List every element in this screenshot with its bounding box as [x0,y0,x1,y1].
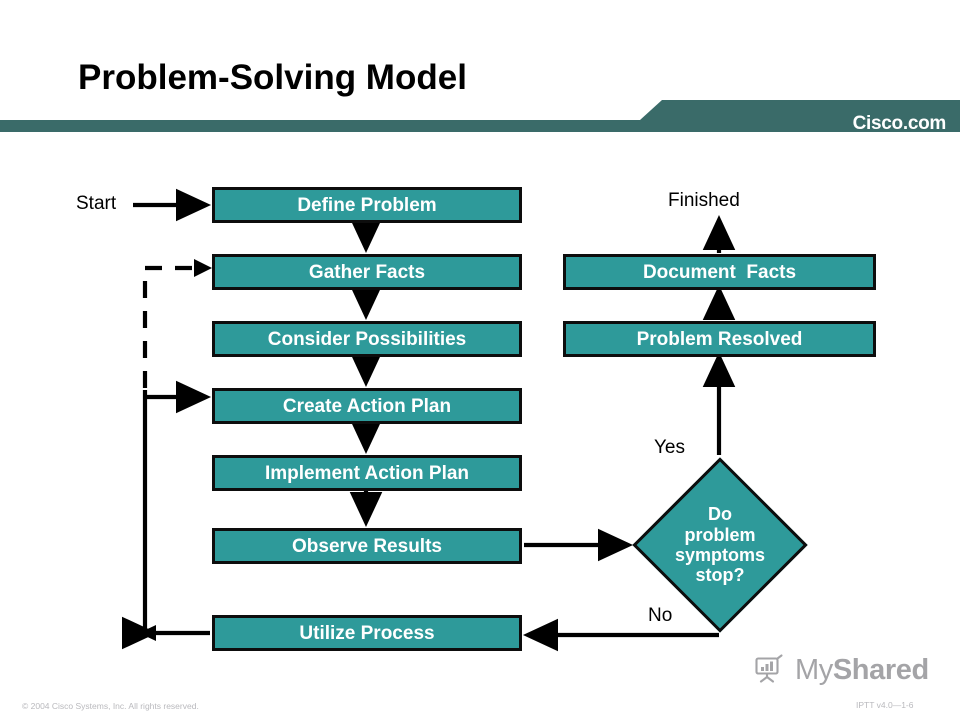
label-no-branch: No [648,605,673,626]
process-box-observe-results[interactable]: Observe Results [212,528,522,564]
label-finished: Finished [668,190,740,211]
slide-canvas: Problem-Solving Model Cisco.com Define P… [0,0,960,720]
process-label: Utilize Process [299,622,435,644]
presentation-chart-icon [752,651,786,690]
process-box-problem-resolved[interactable]: Problem Resolved [563,321,876,357]
arrowhead-dashed-to-gather [194,259,212,277]
process-label: Consider Possibilities [267,328,467,350]
label-start: Start [76,193,117,214]
process-box-consider-possibilities[interactable]: Consider Possibilities [212,321,522,357]
diamond-line-3: symptoms [674,545,766,565]
footer-document-id: IPTT v4.0—1-6 [856,700,914,710]
process-label: Define Problem [297,194,437,216]
process-box-utilize-process[interactable]: Utilize Process [212,615,522,651]
myshared-prefix: My [795,654,833,686]
process-label: Create Action Plan [282,395,452,417]
process-box-gather-facts[interactable]: Gather Facts [212,254,522,290]
process-label: Document Facts [642,261,797,283]
myshared-wordmark: MyShared [795,654,929,687]
process-box-create-action-plan[interactable]: Create Action Plan [212,388,522,424]
label-yes-branch: Yes [654,437,685,458]
process-label: Problem Resolved [636,328,803,350]
myshared-suffix: Shared [832,654,929,686]
process-box-define-problem[interactable]: Define Problem [212,187,522,223]
footer-copyright: © 2004 Cisco Systems, Inc. All rights re… [22,701,199,711]
process-box-document-facts[interactable]: Document Facts [563,254,876,290]
myshared-watermark: MyShared [752,651,929,690]
process-label: Gather Facts [308,261,426,283]
flowchart-connectors [121,188,736,652]
line-utilize-feedback-rail [142,390,210,636]
diamond-line-4: stop? [695,565,745,586]
diamond-line-2: problem [684,524,756,545]
process-box-implement-action-plan[interactable]: Implement Action Plan [212,455,522,491]
process-label: Observe Results [292,535,442,557]
diamond-line-1: Do [708,504,732,525]
process-label: Implement Action Plan [264,462,470,484]
arrowhead-utilize-feedback [139,625,156,641]
